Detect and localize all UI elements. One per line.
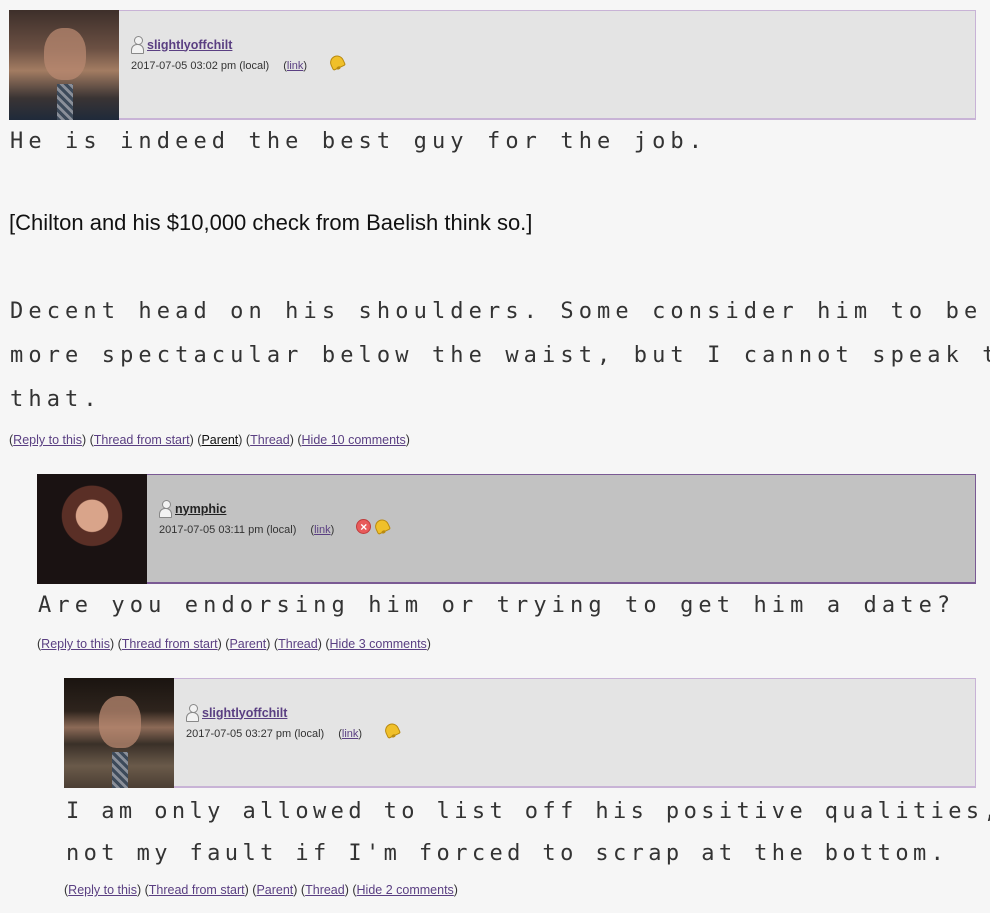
comment-text-line: I am only allowed to list off his positi… [66,799,990,824]
user-icon[interactable] [131,36,144,54]
delete-icon[interactable]: × [356,518,372,534]
permalink: (link) [283,60,308,72]
parent-link[interactable]: Parent [201,433,238,447]
bell-icon[interactable] [327,53,345,71]
username-link[interactable]: slightlyoffchilt [202,706,287,720]
comment-actions: (Reply to this) (Thread from start) (Par… [37,637,431,651]
username-link[interactable]: nymphic [175,502,226,516]
comment-3: slightlyoffchilt 2017-07-05 03:27 pm (lo… [64,678,990,897]
comment-text-line: Decent head on his shoulders. Some consi… [10,299,983,324]
userpic[interactable] [9,10,119,120]
reply-link[interactable]: Reply to this [13,433,82,447]
comment-actions: (Reply to this) (Thread from start) (Par… [64,883,458,897]
parent-link[interactable]: Parent [256,883,293,897]
reply-link[interactable]: Reply to this [41,637,110,651]
comment-header: slightlyoffchilt 2017-07-05 03:27 pm (lo… [64,678,976,788]
reply-link[interactable]: Reply to this [68,883,137,897]
comment-header: slightlyoffchilt 2017-07-05 03:02 pm (lo… [9,10,976,120]
comment-date: 2017-07-05 03:02 pm (local) [131,60,270,72]
comment-text-line: [Chilton and his $10,000 check from Bael… [9,210,533,235]
comment-header: nymphic 2017-07-05 03:11 pm (local) (lin… [37,474,976,584]
thread-link[interactable]: Thread [278,637,318,651]
hide-comments-link[interactable]: Hide 10 comments [302,433,406,447]
user-icon[interactable] [186,704,199,722]
bell-icon[interactable] [382,721,400,739]
comment-date: 2017-07-05 03:11 pm (local) [159,524,297,536]
comment-text-line: not my fault if I'm forced to scrap at t… [66,841,949,866]
comment-text-line: that. [10,387,102,412]
comment-text-line: He is indeed the best guy for the job. [10,129,708,154]
thread-from-start-link[interactable]: Thread from start [94,433,190,447]
comment-date: 2017-07-05 03:27 pm (local) [186,728,325,740]
thread-from-start-link[interactable]: Thread from start [122,637,218,651]
comment-text-line: Are you endorsing him or trying to get h… [38,593,956,618]
permalink: (link) [338,728,363,740]
comment-actions: (Reply to this) (Thread from start) (Par… [9,433,410,447]
thread-link[interactable]: Thread [250,433,290,447]
userpic[interactable] [37,474,147,584]
permalink-link[interactable]: link [287,60,304,72]
comment-2: nymphic 2017-07-05 03:11 pm (local) (lin… [37,474,976,651]
username-link[interactable]: slightlyoffchilt [147,38,232,52]
bell-icon[interactable] [372,517,390,535]
hide-comments-link[interactable]: Hide 2 comments [357,883,454,897]
parent-link[interactable]: Parent [229,637,266,651]
permalink-link[interactable]: link [342,728,359,740]
thread-from-start-link[interactable]: Thread from start [149,883,245,897]
hide-comments-link[interactable]: Hide 3 comments [330,637,427,651]
comment-text-line: more spectacular below the waist, but I … [10,343,990,368]
thread-link[interactable]: Thread [305,883,345,897]
permalink-link[interactable]: link [314,524,331,536]
comment-1: slightlyoffchilt 2017-07-05 03:02 pm (lo… [9,10,990,447]
userpic[interactable] [64,678,174,788]
user-icon[interactable] [159,500,172,518]
permalink: (link) [310,524,335,536]
